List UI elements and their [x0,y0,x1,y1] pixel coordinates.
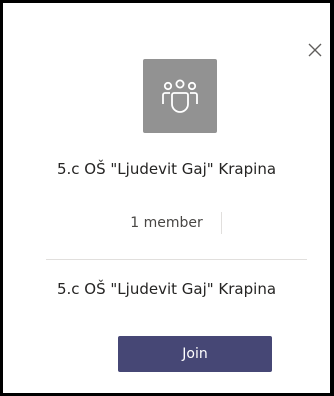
team-description: 5.c OŠ "Ljudevit Gaj" Krapina [56,280,277,298]
divider [46,259,307,260]
team-name: 5.c OŠ "Ljudevit Gaj" Krapina [56,160,277,178]
join-team-dialog: 5.c OŠ "Ljudevit Gaj" Krapina 1 member 5… [0,0,334,396]
team-avatar [143,59,217,133]
close-icon [308,43,322,57]
member-separator [221,212,222,234]
member-count: 1 member [130,215,203,231]
team-people-icon [162,79,198,113]
close-button[interactable] [304,39,326,61]
join-button[interactable]: Join [118,336,272,372]
